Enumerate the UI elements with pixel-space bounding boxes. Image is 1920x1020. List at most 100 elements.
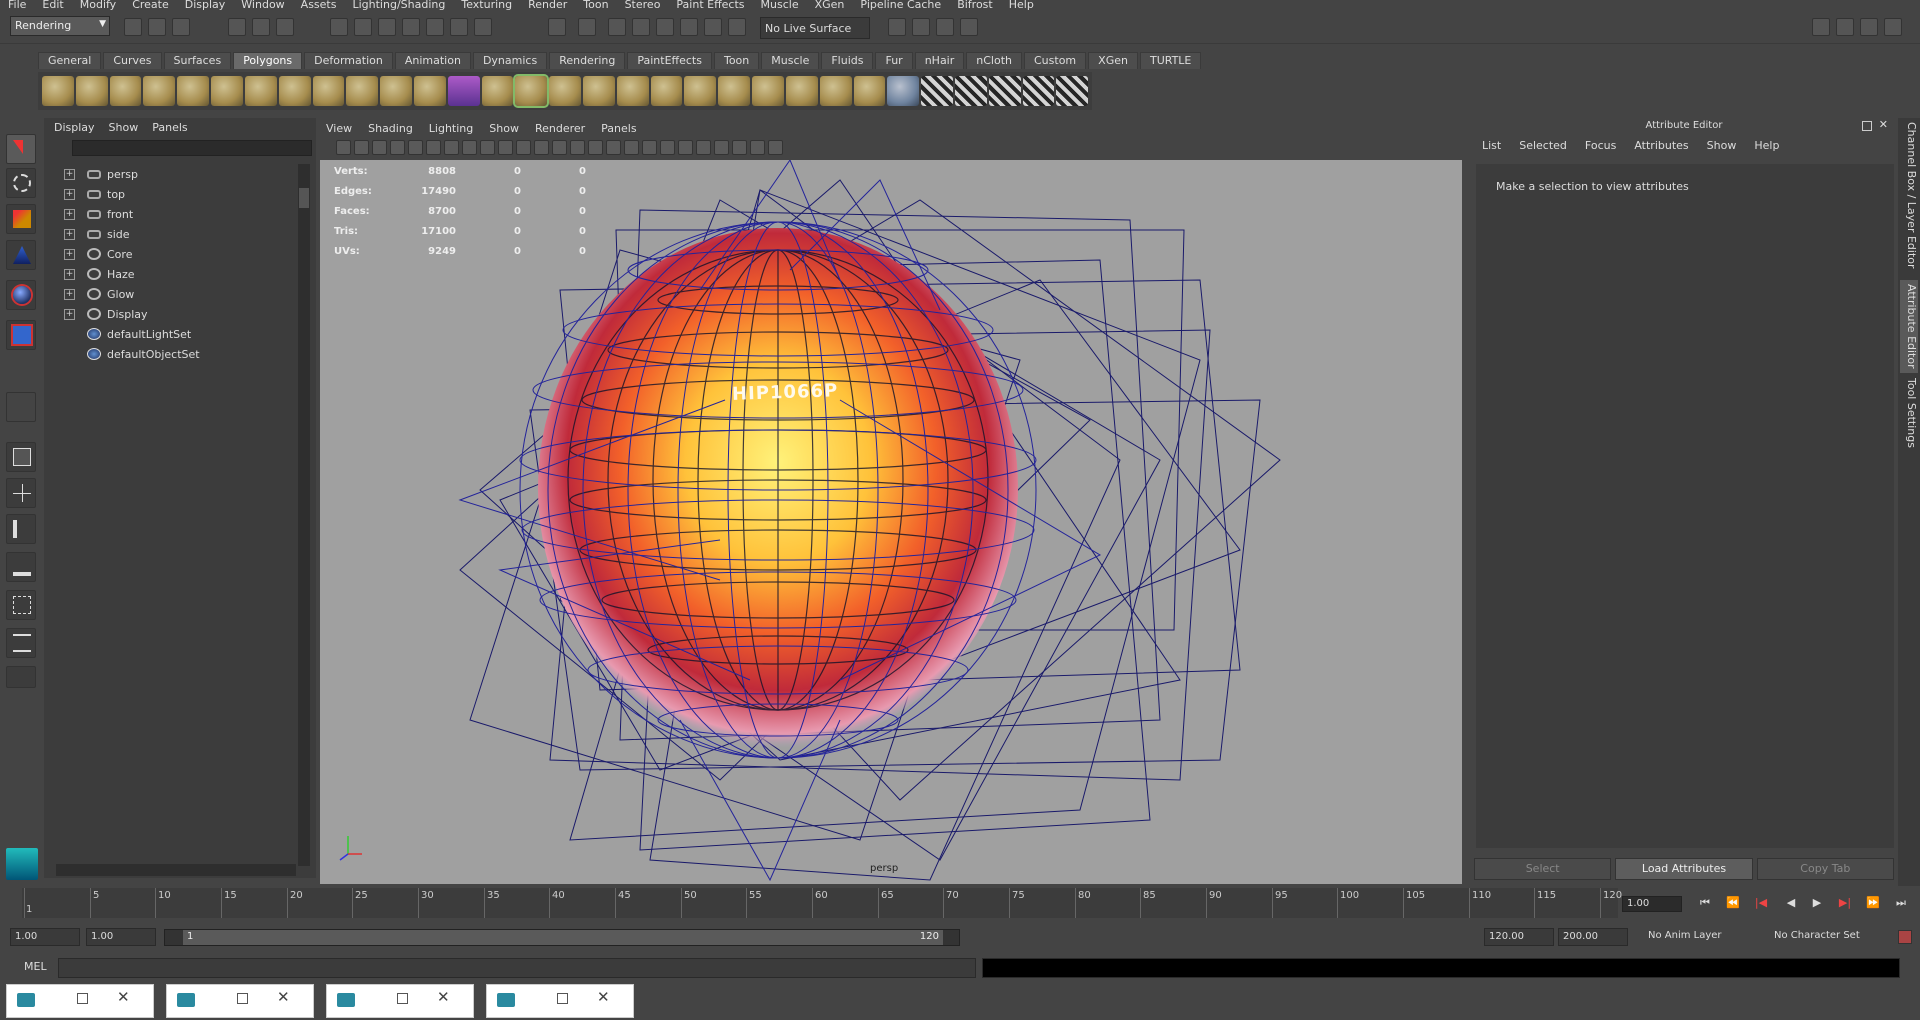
poly-pyramid-icon[interactable] [244,76,277,106]
end-time-field[interactable]: 120.00 [1484,928,1554,946]
menu-pipeline-cache[interactable]: Pipeline Cache [860,0,941,10]
menu-window[interactable]: Window [241,0,284,10]
mirror-geometry-icon[interactable] [513,74,550,108]
play-backwards-icon[interactable]: ◀ [1782,896,1800,912]
scale-tool-icon[interactable] [6,320,36,350]
layout-toggle-icon[interactable] [1812,18,1830,36]
safe-action-icon[interactable] [498,140,513,155]
outliner-persp-layout-icon[interactable] [6,514,36,544]
split-polygon-icon[interactable] [684,76,717,106]
scrollbar-thumb[interactable] [299,188,309,208]
motion-blur-icon[interactable] [660,140,675,155]
lock-icon[interactable] [548,18,566,36]
film-gate-icon[interactable] [426,140,441,155]
four-pane-layout-icon[interactable] [6,478,36,508]
cylindrical-mapping-icon[interactable] [887,76,920,106]
live-surface-field[interactable]: No Live Surface [760,17,870,39]
start-time-field[interactable]: 1.00 [10,928,80,946]
step-forward-key-icon[interactable]: ⏩ [1864,896,1882,912]
outliner-horizontal-scrollbar[interactable] [56,864,296,876]
restore-icon[interactable] [557,993,568,1004]
menu-toon[interactable]: Toon [583,0,608,10]
checker-icon[interactable] [1022,76,1055,106]
attribute-menu-selected[interactable]: Selected [1519,139,1567,152]
smooth-shade-icon[interactable] [552,140,567,155]
merge-icon[interactable] [819,76,852,106]
offset-edge-loop-icon[interactable] [752,76,784,106]
snap-curve-icon[interactable] [354,18,372,36]
expand-icon[interactable]: + [64,248,75,260]
poly-cone-icon[interactable] [143,76,176,106]
select-hierarchy-icon[interactable] [228,18,246,36]
minimized-window[interactable]: ✕ [6,984,154,1018]
expand-icon[interactable]: + [64,188,75,200]
safe-title-icon[interactable] [516,140,531,155]
last-tool-icon[interactable] [6,392,36,422]
channel-box-toggle-icon[interactable] [960,18,978,36]
ipr-render-icon[interactable] [632,18,650,36]
shadows-icon[interactable] [624,140,639,155]
append-polygon-icon[interactable] [616,76,649,106]
xray-icon[interactable] [732,140,747,155]
command-input[interactable] [58,958,976,978]
menu-texturing[interactable]: Texturing [461,0,512,10]
render-sequence-icon[interactable] [728,18,746,36]
tab-custom[interactable]: Custom [1024,52,1087,69]
play-forwards-icon[interactable]: ▶ [1808,896,1826,912]
grid-icon[interactable] [408,140,423,155]
field-chart-icon[interactable] [480,140,495,155]
menu-paint-effects[interactable]: Paint Effects [676,0,744,10]
tab-fluids[interactable]: Fluids [821,52,874,69]
poly-torus-icon[interactable] [211,76,243,106]
attribute-editor-toggle-icon[interactable] [1836,18,1854,36]
script-editor-layout-icon[interactable] [6,628,36,658]
attribute-menu-focus[interactable]: Focus [1585,139,1616,152]
depth-of-field-icon[interactable] [696,140,711,155]
tab-general[interactable]: General [38,52,102,69]
single-pane-layout-icon[interactable] [6,442,36,472]
select-tool-icon[interactable] [6,134,36,164]
render-settings-icon[interactable] [656,18,674,36]
expand-icon[interactable]: + [64,168,75,180]
bookmarks-icon[interactable] [372,140,387,155]
resolution-gate-icon[interactable] [444,140,459,155]
anti-aliasing-icon[interactable] [678,140,693,155]
tab-tool-settings[interactable]: Tool Settings [1900,374,1918,452]
extract-icon[interactable] [413,76,446,106]
viewport-menu-panels[interactable]: Panels [601,122,636,135]
minimized-window[interactable]: ✕ [486,984,634,1018]
spherical-mapping-icon[interactable] [921,76,953,106]
viewport-menu-show[interactable]: Show [489,122,519,135]
planar-mapping-icon[interactable] [853,76,886,106]
attribute-menu-attributes[interactable]: Attributes [1634,139,1688,152]
rotate-tool-icon[interactable] [6,280,36,310]
screen-space-ao-icon[interactable] [642,140,657,155]
menu-stereo[interactable]: Stereo [625,0,661,10]
tab-nhair[interactable]: nHair [914,52,965,69]
expand-icon[interactable]: + [64,228,75,240]
expand-icon[interactable]: + [64,268,75,280]
go-to-start-icon[interactable]: ⏮ [1696,896,1714,912]
menu-bifrost[interactable]: Bifrost [957,0,993,10]
step-forward-frame-icon[interactable]: ▶| [1836,896,1854,912]
viewport-menu-shading[interactable]: Shading [368,122,413,135]
separate-icon[interactable] [380,76,412,106]
go-to-end-icon[interactable]: ⏭ [1892,896,1910,912]
textured-icon[interactable] [588,140,603,155]
tab-ncloth[interactable]: nCloth [966,52,1022,69]
wireframe-on-shaded-icon[interactable] [570,140,585,155]
snap-view-icon[interactable] [450,18,468,36]
tab-curves[interactable]: Curves [103,52,162,69]
menu-edit[interactable]: Edit [42,0,63,10]
menu-xgen[interactable]: XGen [815,0,845,10]
anim-start-field[interactable]: 1.00 [86,928,156,946]
tab-deformation[interactable]: Deformation [304,52,393,69]
tab-toon[interactable]: Toon [713,52,760,69]
graph-persp-layout-icon[interactable] [6,552,36,582]
tool-settings-toggle-icon[interactable] [936,18,954,36]
tab-rendering[interactable]: Rendering [549,52,626,69]
layout-options-icon[interactable] [6,666,36,688]
extrude-icon[interactable] [549,76,581,106]
xray-joints-icon[interactable] [750,140,765,155]
menu-file[interactable]: File [8,0,26,10]
